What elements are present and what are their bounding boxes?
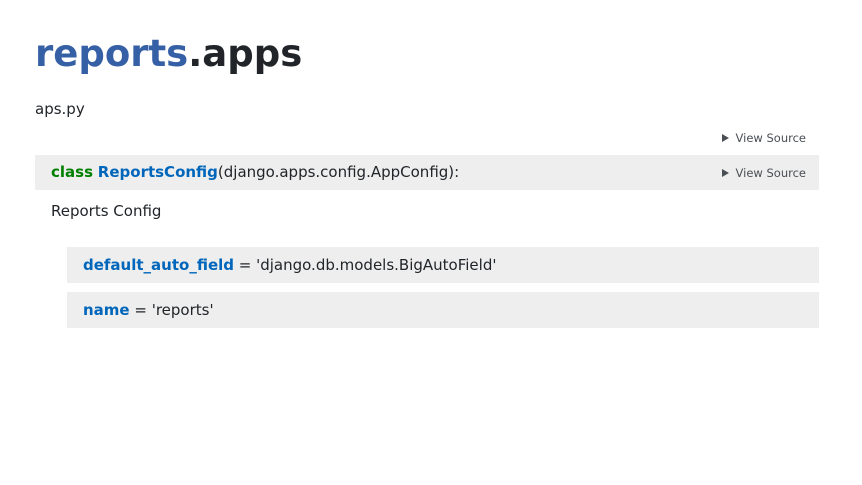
class-name[interactable]: ReportsConfig <box>98 163 218 181</box>
class-keyword: class <box>51 163 94 181</box>
attribute-name[interactable]: default_auto_field <box>83 256 234 274</box>
module-link[interactable]: reports <box>35 32 188 75</box>
class-signature: class ReportsConfig(django.apps.config.A… <box>35 155 819 190</box>
module-view-source-toggle[interactable]: View Source <box>721 131 806 145</box>
module-docstring: aps.py <box>35 100 85 118</box>
view-source-label: View Source <box>735 131 806 145</box>
disclosure-triangle-icon <box>721 134 729 142</box>
disclosure-triangle-icon <box>721 169 729 177</box>
view-source-label: View Source <box>735 166 806 180</box>
doc-page: reports.apps aps.py View Source class Re… <box>0 0 862 485</box>
attribute-value: = 'reports' <box>129 301 214 319</box>
class-view-source-toggle[interactable]: View Source <box>721 166 806 180</box>
attribute-name-field: name = 'reports' <box>67 292 819 328</box>
attribute-default-auto-field: default_auto_field = 'django.db.models.B… <box>67 247 819 283</box>
attribute-value: = 'django.db.models.BigAutoField' <box>234 256 497 274</box>
attribute-name[interactable]: name <box>83 301 130 319</box>
module-name-suffix: .apps <box>188 32 303 75</box>
class-docstring: Reports Config <box>51 202 162 220</box>
page-title: reports.apps <box>35 30 302 78</box>
class-base: (django.apps.config.AppConfig): <box>217 163 460 181</box>
